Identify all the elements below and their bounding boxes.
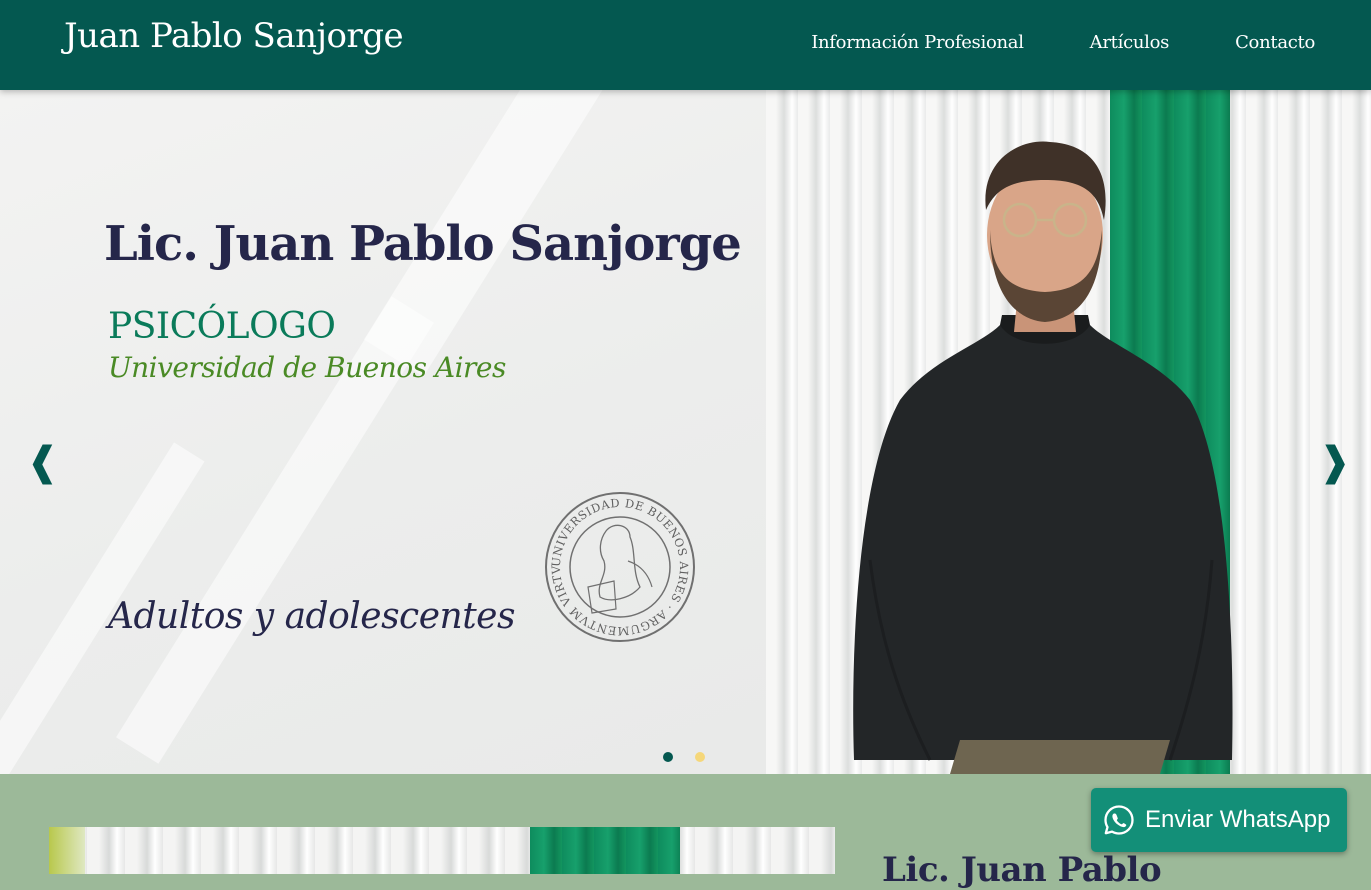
carousel-dot-1[interactable] (663, 752, 673, 762)
svg-text:UNIVERSIDAD DE BUENOS AIRES ·: UNIVERSIDAD DE BUENOS AIRES · ARGUMENTVM… (544, 491, 691, 638)
hero-university: Universidad de Buenos Aires (108, 351, 506, 384)
whatsapp-button[interactable]: Enviar WhatsApp (1091, 788, 1347, 852)
carousel-dot-2[interactable] (695, 752, 705, 762)
nav-link-articulos[interactable]: Artículos (1090, 32, 1170, 53)
main-nav: Información Profesional Artículos Contac… (811, 32, 1315, 53)
carousel-indicators (663, 752, 705, 762)
photo-foliage (49, 827, 85, 874)
university-seal-icon: UNIVERSIDAD DE BUENOS AIRES · ARGUMENTVM… (544, 491, 695, 642)
nav-link-informacion-profesional[interactable]: Información Profesional (811, 32, 1024, 53)
hero-audience: Adultos y adolescentes (108, 596, 515, 637)
hero-profession: PSICÓLOGO (108, 306, 336, 347)
site-header: Juan Pablo Sanjorge Información Profesio… (0, 0, 1371, 90)
site-brand[interactable]: Juan Pablo Sanjorge (64, 16, 404, 56)
whatsapp-icon (1104, 805, 1134, 835)
about-photo (49, 827, 835, 874)
portrait-photo (853, 141, 1233, 774)
photo-green-stripe (530, 827, 680, 874)
carousel-next-arrow[interactable]: ❱ (1318, 442, 1352, 482)
whatsapp-button-label: Enviar WhatsApp (1145, 806, 1331, 833)
hero-carousel: Lic. Juan Pablo Sanjorge PSICÓLOGO Unive… (0, 90, 1371, 774)
hero-title: Lic. Juan Pablo Sanjorge (104, 216, 742, 272)
nav-link-contacto[interactable]: Contacto (1235, 32, 1315, 53)
about-title: Lic. Juan Pablo (882, 850, 1162, 890)
carousel-prev-arrow[interactable]: ❰ (26, 442, 60, 482)
